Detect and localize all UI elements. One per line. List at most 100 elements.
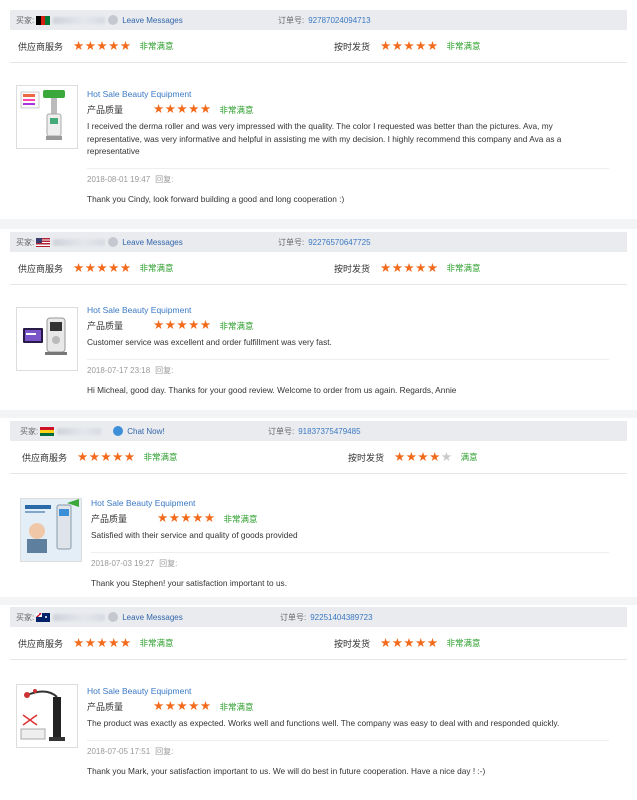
supplier-service-rating: 供应商服务 ★★★★★ 非常满意	[18, 637, 174, 650]
order-label: 订单号:	[280, 612, 307, 622]
star-rating: ★★★★★	[380, 38, 439, 53]
rating-text: 非常满意	[446, 41, 481, 51]
review-comment: I received the derma roller and was very…	[87, 121, 562, 156]
message-icon[interactable]	[108, 612, 119, 622]
product-quality-label: 产品质量	[91, 514, 128, 524]
reply-label: 回复:	[155, 365, 174, 375]
reply-text: Thank you Stephen! your satisfaction imp…	[91, 577, 288, 588]
section-divider	[0, 410, 637, 418]
rating-text: 非常满意	[446, 638, 481, 648]
on-time-rating: 按时发货 ★★★★★ 非常满意	[334, 637, 481, 650]
chat-now-link[interactable]: Chat Now!	[127, 427, 164, 436]
star-rating: ★★★★★	[153, 102, 212, 117]
leave-messages-link[interactable]: Leave Messages	[122, 613, 182, 622]
product-quality-rating: 产品质量 ★★★★★ 非常满意	[87, 319, 609, 332]
order-number-link[interactable]: 92251404389723	[310, 613, 372, 622]
review-card: 买家: Leave Messages 订单号: 92787024094713 供应…	[10, 10, 627, 217]
rating-text: 非常满意	[139, 41, 174, 51]
us-flag-icon	[36, 237, 51, 247]
on-time-rating: 按时发货 ★★★★★ 非常满意	[334, 262, 481, 275]
ratings-row: 供应商服务 ★★★★★ 非常满意 按时发货 ★★★★★ 满意	[10, 441, 627, 474]
star-rating: ★★★★★	[157, 511, 216, 526]
review-content: Hot Sale Beauty Equipment 产品质量 ★★★★★ 非常满…	[87, 305, 609, 395]
reply-meta: 2018-07-05 17:51 回复:	[87, 739, 609, 757]
on-time-rating: 按时发货 ★★★★★ 非常满意	[334, 40, 481, 53]
star-rating: ★★★★★	[73, 635, 132, 650]
buyer-bar: 买家: Chat Now! 订单号: 91837375479485	[10, 421, 627, 441]
product-link[interactable]: Hot Sale Beauty Equipment	[91, 498, 609, 508]
buyer-bar: 买家: Leave Messages 订单号: 92276570647725	[10, 232, 627, 252]
star-rating: ★★★★★	[153, 699, 212, 714]
ratings-row: 供应商服务 ★★★★★ 非常满意 按时发货 ★★★★★ 非常满意	[10, 252, 627, 285]
leave-messages-link[interactable]: Leave Messages	[122, 238, 182, 247]
order-info: 订单号: 91837375479485	[268, 426, 361, 437]
product-thumbnail[interactable]	[16, 307, 78, 371]
order-info: 订单号: 92251404389723	[280, 612, 373, 623]
rating-text: 非常满意	[219, 104, 254, 115]
buyer-name-redacted	[57, 427, 102, 435]
rating-text: 非常满意	[139, 263, 174, 273]
order-label: 订单号:	[278, 15, 305, 25]
star-rating: ★★★★★	[153, 318, 212, 333]
product-thumbnail[interactable]	[20, 498, 82, 562]
product-thumbnail[interactable]	[16, 85, 78, 149]
review-card: 买家: Chat Now! 订单号: 91837375479485 供应商服务 ★…	[10, 421, 627, 595]
buyer-label: 买家:	[16, 237, 35, 247]
order-number-link[interactable]: 91837375479485	[298, 427, 360, 436]
reply-text: Thank you Cindy, look forward building a…	[87, 193, 345, 204]
order-info: 订单号: 92276570647725	[278, 237, 371, 248]
review-comment: Customer service was excellent and order…	[87, 337, 332, 347]
supplier-service-rating: 供应商服务 ★★★★★ 非常满意	[22, 451, 178, 464]
section-divider	[0, 219, 637, 229]
rating-text: 非常满意	[219, 320, 254, 331]
rating-text: 非常满意	[219, 701, 254, 712]
reply-text: Thank you Mark, your satisfaction import…	[87, 765, 486, 776]
review-date: 2018-07-17 23:18	[87, 365, 151, 375]
star-rating: ★★★★★	[380, 635, 439, 650]
rating-text: 非常满意	[143, 452, 178, 462]
message-icon[interactable]	[108, 15, 119, 25]
star-rating: ★★★★★	[73, 38, 132, 53]
buyer-bar: 买家: Leave Messages 订单号: 92251404389723	[10, 607, 627, 627]
product-quality-rating: 产品质量 ★★★★★ 非常满意	[87, 700, 609, 713]
on-time-rating: 按时发货 ★★★★★ 满意	[348, 451, 478, 464]
supplier-service-rating: 供应商服务 ★★★★★ 非常满意	[18, 40, 174, 53]
message-icon[interactable]	[108, 237, 119, 247]
leave-messages-link[interactable]: Leave Messages	[122, 16, 182, 25]
buyer-name-redacted	[53, 238, 106, 246]
review-content: Hot Sale Beauty Equipment 产品质量 ★★★★★ 非常满…	[87, 686, 609, 776]
order-info: 订单号: 92787024094713	[278, 15, 371, 26]
ratings-row: 供应商服务 ★★★★★ 非常满意 按时发货 ★★★★★ 非常满意	[10, 627, 627, 660]
product-quality-label: 产品质量	[87, 321, 124, 331]
product-link[interactable]: Hot Sale Beauty Equipment	[87, 89, 609, 99]
buyer-label: 买家:	[16, 612, 35, 622]
buyer-label: 买家:	[16, 15, 35, 25]
chat-icon[interactable]	[113, 426, 124, 436]
on-time-label: 按时发货	[334, 263, 371, 274]
product-quality-rating: 产品质量 ★★★★★ 非常满意	[91, 512, 609, 525]
rating-text: 非常满意	[139, 638, 174, 648]
product-thumbnail[interactable]	[16, 684, 78, 748]
product-quality-rating: 产品质量 ★★★★★ 非常满意	[87, 103, 609, 116]
buyer-name-redacted	[53, 16, 106, 24]
supplier-service-label: 供应商服务	[18, 638, 64, 649]
product-link[interactable]: Hot Sale Beauty Equipment	[87, 686, 609, 696]
buyer-label: 买家:	[20, 426, 39, 436]
buyer-name-redacted	[53, 613, 106, 621]
review-date: 2018-08-01 19:47	[87, 174, 151, 184]
reply-meta: 2018-07-03 19:27 回复:	[91, 551, 609, 569]
buyer-bar: 买家: Leave Messages 订单号: 92787024094713	[10, 10, 627, 30]
on-time-label: 按时发货	[334, 41, 371, 52]
review-card: 买家: Leave Messages 订单号: 92251404389723 供应…	[10, 607, 627, 800]
order-label: 订单号:	[278, 237, 305, 247]
review-comment: The product was exactly as expected. Wor…	[87, 718, 560, 728]
order-number-link[interactable]: 92276570647725	[308, 238, 370, 247]
order-number-link[interactable]: 92787024094713	[308, 16, 370, 25]
review-content: Hot Sale Beauty Equipment 产品质量 ★★★★★ 非常满…	[87, 89, 609, 204]
product-quality-label: 产品质量	[87, 105, 124, 115]
on-time-label: 按时发货	[348, 452, 385, 463]
australia-flag-icon	[36, 612, 51, 622]
rating-text: 非常满意	[446, 263, 481, 273]
product-link[interactable]: Hot Sale Beauty Equipment	[87, 305, 609, 315]
ratings-row: 供应商服务 ★★★★★ 非常满意 按时发货 ★★★★★ 非常满意	[10, 30, 627, 63]
